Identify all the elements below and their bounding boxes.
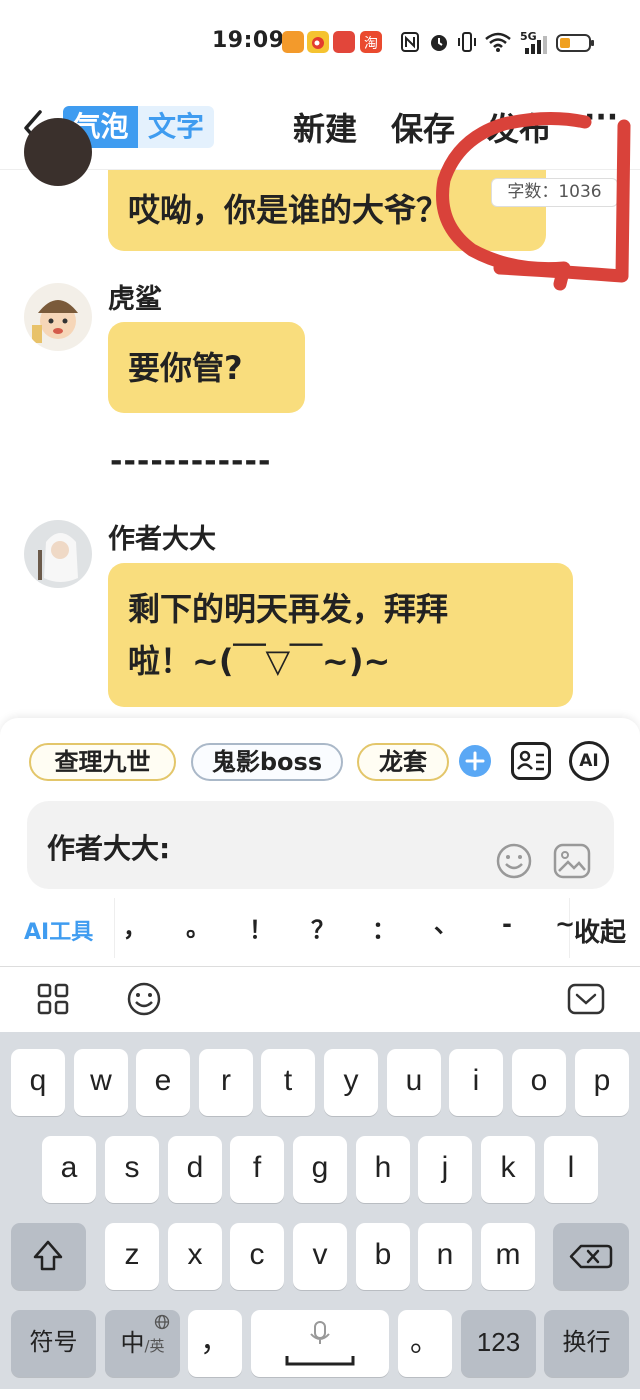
new-button[interactable]: 新建 <box>293 104 357 150</box>
svg-text:淘: 淘 <box>364 36 378 52</box>
key-z[interactable]: z <box>105 1223 159 1290</box>
key-y[interactable]: y <box>324 1049 378 1116</box>
key-o[interactable]: o <box>512 1049 566 1116</box>
shift-icon <box>33 1240 63 1271</box>
emoji-icon[interactable] <box>496 843 532 879</box>
taobao-icon: 淘 <box>360 31 382 53</box>
hide-keyboard-icon[interactable] <box>567 983 605 1015</box>
backspace-key[interactable] <box>553 1223 629 1290</box>
character-chip[interactable]: 查理九世 <box>29 743 176 781</box>
mode-text-tab[interactable]: 文字 <box>138 106 214 148</box>
key-h[interactable]: h <box>356 1136 410 1203</box>
app-red-icon <box>333 31 355 53</box>
punct-key[interactable]: - <box>489 910 525 938</box>
key-e[interactable]: e <box>136 1049 190 1116</box>
key-x[interactable]: x <box>168 1223 222 1290</box>
punct-key[interactable]: ！ <box>243 910 279 945</box>
wifi-icon <box>485 32 511 52</box>
divider-line[interactable]: ------------ <box>110 444 271 479</box>
image-icon[interactable] <box>553 843 591 879</box>
ai-tools-button[interactable]: AI工具 <box>24 914 93 946</box>
key-v[interactable]: v <box>293 1223 347 1290</box>
status-bar: 19:09 淘 5G <box>0 0 640 86</box>
add-character-icon[interactable] <box>459 745 491 777</box>
alarm-icon <box>431 35 447 51</box>
key-l[interactable]: l <box>544 1136 598 1203</box>
signal-icon <box>525 36 547 54</box>
lang-alt-label: /英 <box>144 1337 165 1355</box>
vibrate-icon <box>458 32 476 52</box>
contact-card-button[interactable] <box>511 742 551 780</box>
grid-menu-icon[interactable] <box>37 983 69 1015</box>
key-q[interactable]: q <box>11 1049 65 1116</box>
key-m[interactable]: m <box>481 1223 535 1290</box>
comma-key[interactable]: ， <box>188 1310 242 1377</box>
symbols-key[interactable]: 符号 <box>11 1310 96 1377</box>
character-chip[interactable]: 龙套 <box>357 743 449 781</box>
message-bubble[interactable]: 要你管? <box>108 322 305 413</box>
key-k[interactable]: k <box>481 1136 535 1203</box>
weibo-icon <box>307 31 329 53</box>
punct-key[interactable]: ？ <box>305 910 341 945</box>
input-speaker-label: 作者大大: <box>47 832 171 865</box>
character-chip[interactable]: 鬼影boss <box>191 743 343 781</box>
avatar[interactable] <box>24 520 92 588</box>
globe-icon <box>154 1314 170 1330</box>
lang-main-label: 中 <box>120 1329 145 1357</box>
punct-key[interactable]: 、 <box>428 904 464 939</box>
battery-icon <box>556 34 594 52</box>
language-switch-key[interactable]: 中/英 <box>105 1310 180 1377</box>
backspace-icon <box>569 1244 613 1269</box>
key-b[interactable]: b <box>356 1223 410 1290</box>
ai-button[interactable]: AI <box>569 741 609 781</box>
punctuation-bar: ， 。 ！ ？ ： 、 - ~ <box>114 898 575 958</box>
edit-panel: 查理九世 鬼影boss 龙套 AI 作者大大: AI工具 ， 。 ！ ？ ： 、… <box>0 718 640 966</box>
space-key[interactable] <box>251 1310 389 1377</box>
message-text: 哎呦，你是谁的大爷？ <box>128 191 449 229</box>
key-c[interactable]: c <box>230 1223 284 1290</box>
punct-key[interactable]: ， <box>117 908 153 943</box>
status-time: 19:09 <box>212 28 285 53</box>
numbers-key[interactable]: 123 <box>461 1310 536 1377</box>
message-input[interactable]: 作者大大: <box>27 801 614 889</box>
keyboard-toolbar <box>0 966 640 1032</box>
keyboard-emoji-icon[interactable] <box>127 982 161 1016</box>
collapse-button[interactable]: 收起 <box>574 912 626 949</box>
key-r[interactable]: r <box>199 1049 253 1116</box>
voice-input-icon <box>285 1321 355 1366</box>
red-circle-annotation <box>436 111 631 291</box>
app-notification-icon <box>282 31 304 53</box>
keyboard: q w e r t y u i o p a s d f g h j k l z … <box>0 1032 640 1389</box>
punct-key[interactable]: 。 <box>180 908 216 943</box>
key-j[interactable]: j <box>418 1136 472 1203</box>
key-i[interactable]: i <box>449 1049 503 1116</box>
key-s[interactable]: s <box>105 1136 159 1203</box>
key-w[interactable]: w <box>74 1049 128 1116</box>
key-g[interactable]: g <box>293 1136 347 1203</box>
key-f[interactable]: f <box>230 1136 284 1203</box>
key-t[interactable]: t <box>261 1049 315 1116</box>
key-u[interactable]: u <box>387 1049 441 1116</box>
avatar[interactable] <box>24 283 92 351</box>
message-text: 啦！~(￣▽￣~)~ <box>128 642 391 680</box>
nfc-icon <box>401 32 419 52</box>
shift-key[interactable] <box>11 1223 86 1290</box>
speaker-name: 虎鲨 <box>108 284 162 315</box>
avatar[interactable] <box>24 118 92 186</box>
key-p[interactable]: p <box>575 1049 629 1116</box>
speaker-name: 作者大大 <box>108 524 216 555</box>
punct-key[interactable]: ： <box>366 910 402 945</box>
contact-card-icon <box>517 750 544 771</box>
message-bubble[interactable]: 剩下的明天再发，拜拜 啦！~(￣▽￣~)~ <box>108 563 573 707</box>
newline-key[interactable]: 换行 <box>544 1310 629 1377</box>
ai-button-label: AI <box>579 751 599 771</box>
key-d[interactable]: d <box>168 1136 222 1203</box>
message-text: 要你管? <box>128 349 243 387</box>
key-n[interactable]: n <box>418 1223 472 1290</box>
period-key[interactable]: 。 <box>398 1310 452 1377</box>
message-text: 剩下的明天再发，拜拜 <box>128 590 449 628</box>
key-a[interactable]: a <box>42 1136 96 1203</box>
